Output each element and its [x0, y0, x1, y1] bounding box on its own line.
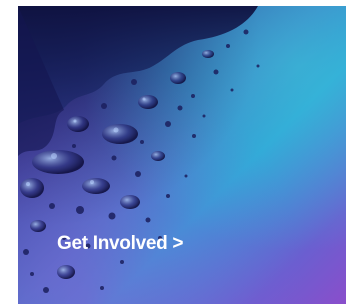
water-bubbles-image [18, 6, 260, 293]
get-involved-promo-card[interactable]: Get Involved > [18, 6, 346, 304]
get-involved-link[interactable]: Get Involved > [57, 233, 184, 255]
page: Get Involved > [0, 0, 346, 304]
